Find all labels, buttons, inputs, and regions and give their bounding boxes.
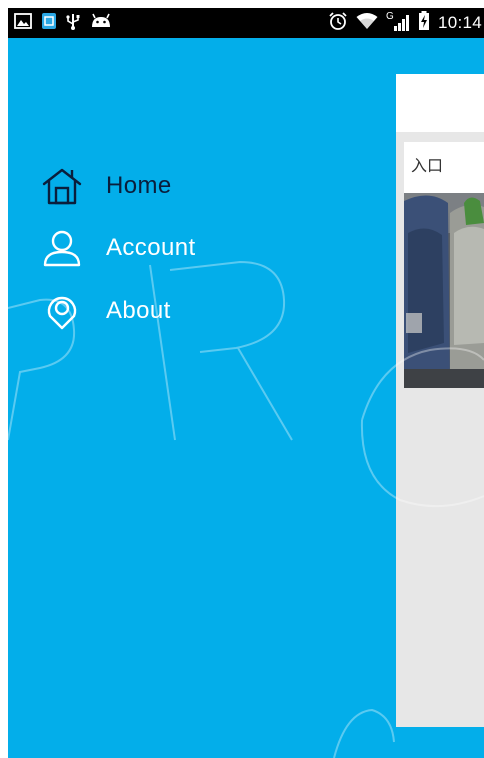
drawer-item-label: Account <box>106 234 196 261</box>
status-time: 10:14 <box>437 13 482 32</box>
alarm-icon <box>328 11 348 35</box>
sim-app-icon <box>42 13 56 33</box>
card-title: 入口 <box>411 156 444 175</box>
status-bar-system: G 10:14 <box>328 11 482 35</box>
wifi-icon <box>356 12 378 34</box>
about-icon <box>40 289 84 333</box>
android-icon <box>90 13 112 33</box>
battery-charging-icon <box>418 11 430 35</box>
navigation-drawer: Home Account About <box>8 38 394 758</box>
content-toolbar <box>396 74 484 132</box>
status-bar: G 10:14 <box>8 8 484 38</box>
cell-signal-icon: G <box>386 11 410 32</box>
drawer-item-label: About <box>106 297 171 324</box>
drawer-item-label: Home <box>106 172 172 199</box>
home-icon <box>40 164 84 208</box>
entry-card[interactable]: 入口 <box>404 142 484 388</box>
phone-screen: G 10:14 入口 Home Account About <box>8 8 484 758</box>
account-icon <box>40 226 84 270</box>
app-area: 入口 Home Account About <box>8 38 484 758</box>
usb-icon <box>66 12 80 34</box>
image-icon <box>14 13 32 33</box>
status-bar-notifications <box>14 13 112 33</box>
drawer-item-about[interactable]: About <box>40 289 171 333</box>
main-content: 入口 <box>396 74 484 727</box>
drawer-item-home[interactable]: Home <box>40 164 172 208</box>
card-photo <box>404 193 484 388</box>
drawer-item-account[interactable]: Account <box>40 226 196 270</box>
